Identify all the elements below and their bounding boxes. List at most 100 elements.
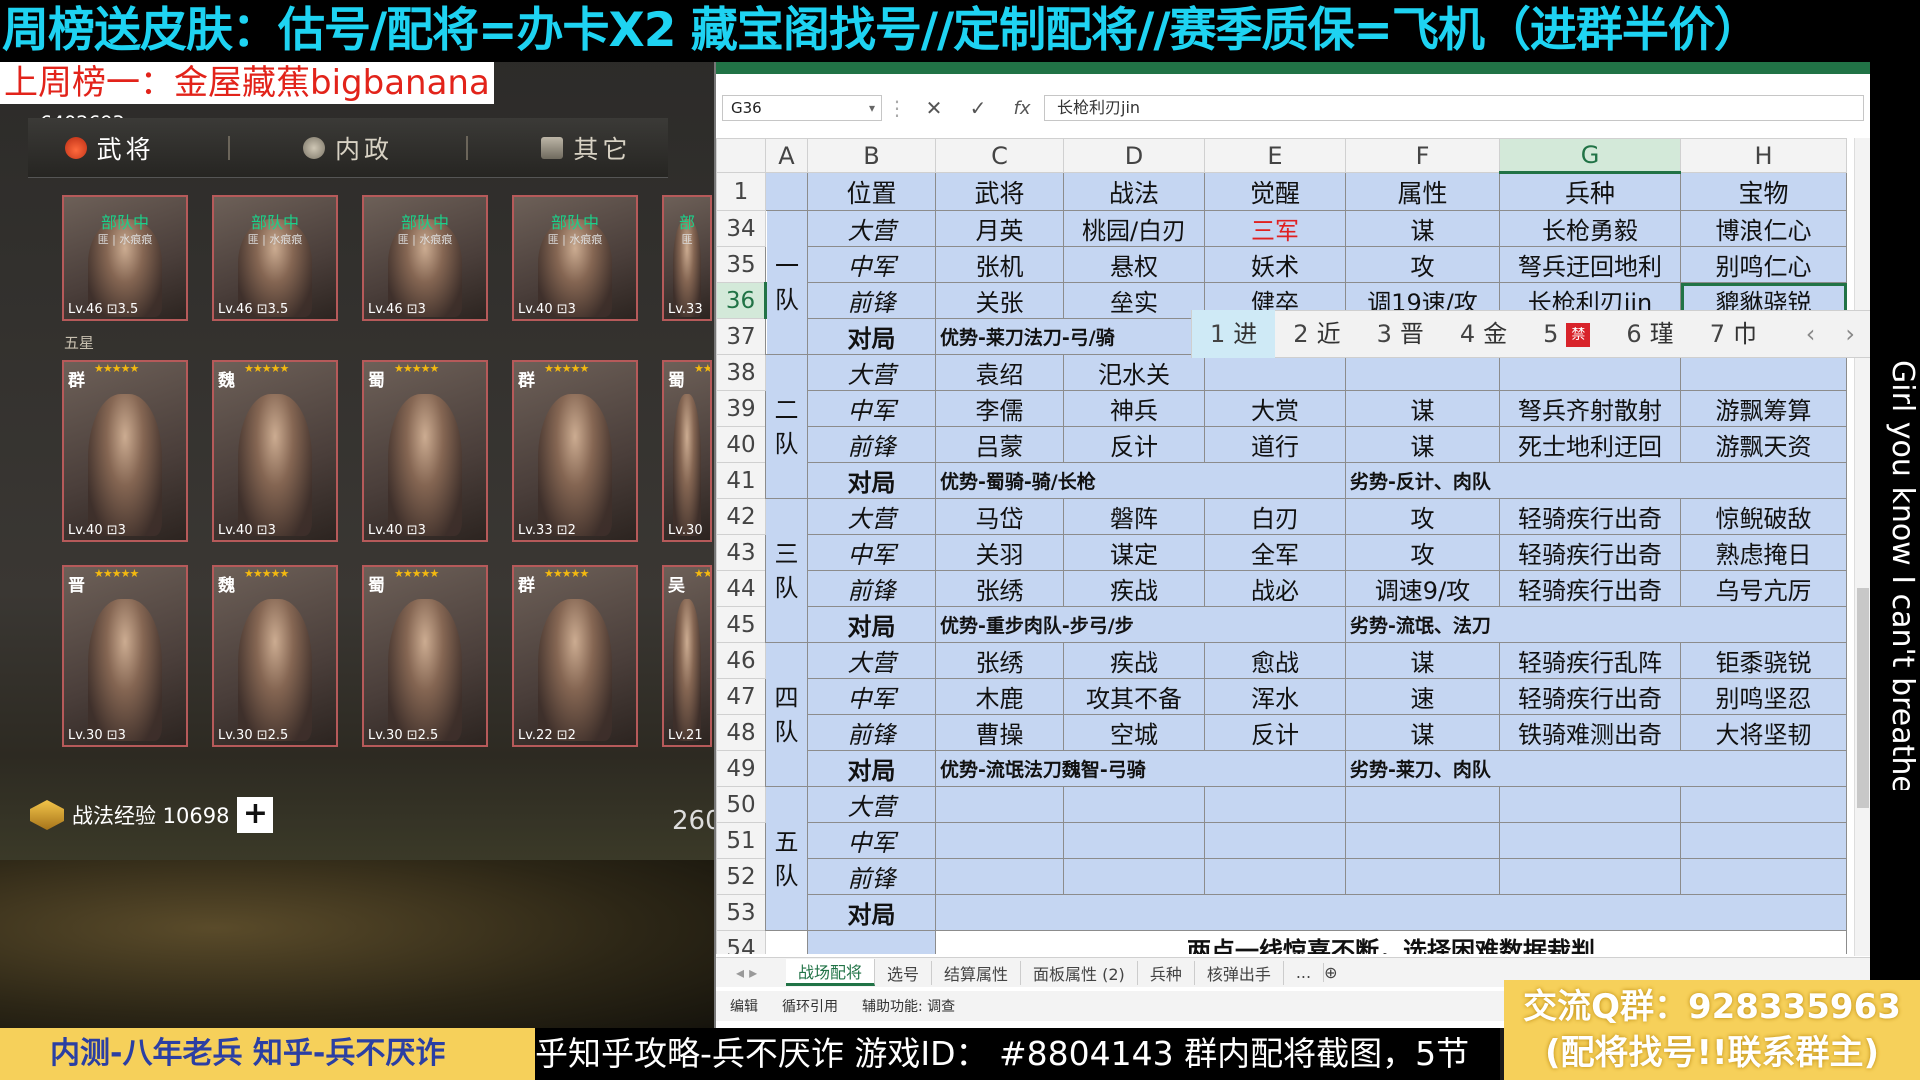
data-cell[interactable]: 战必 [1204,570,1346,607]
header-cell[interactable]: 宝物 [1680,172,1847,211]
data-cell[interactable]: 疾战 [1063,570,1205,607]
data-cell[interactable]: 攻 [1345,498,1500,535]
ime-candidate[interactable]: 3晋 [1359,310,1442,358]
data-cell[interactable]: 铁骑难测出奇 [1499,714,1681,751]
data-cell[interactable]: 别鸣仁心 [1680,246,1847,283]
cell[interactable] [765,172,808,211]
data-cell[interactable]: 愈战 [1204,642,1346,679]
data-cell[interactable]: 大赏 [1204,390,1346,427]
function-icon[interactable]: fx [1000,98,1044,119]
row-header[interactable]: 1 [716,172,766,211]
row-header[interactable]: 38 [716,354,766,391]
sheet-tab[interactable]: 选号 [875,960,933,985]
hero-card[interactable]: 部匪 Lv.33 [662,195,712,321]
disadvantage-note[interactable]: 劣势-反计、肉队 [1345,462,1847,499]
data-cell[interactable] [1680,354,1847,391]
tab-other[interactable]: 其它 [541,130,631,166]
position-cell[interactable]: 前锋 [807,282,936,319]
data-cell[interactable]: 谋 [1345,714,1500,751]
data-cell[interactable]: 谋 [1345,390,1500,427]
data-cell[interactable]: 白刃 [1204,498,1346,535]
data-cell[interactable] [1499,354,1681,391]
hero-card[interactable]: 晋 ★★★★★ Lv.30 ⊡3 [62,565,188,747]
disadvantage-note[interactable]: 劣势-莱刀、肉队 [1345,750,1847,787]
ime-candidate[interactable]: 6瑾 [1608,310,1691,358]
ime-candidate[interactable]: 7巾 [1692,310,1775,358]
data-cell[interactable]: 大将坚韧 [1680,714,1847,751]
tab-internal-affairs[interactable]: 内政 [302,130,393,166]
chevron-right-icon[interactable]: › [1845,320,1855,348]
advantage-note[interactable]: 优势-流氓法刀魏智-弓骑 [935,750,1346,787]
column-header-d[interactable]: D [1063,138,1205,173]
data-cell[interactable] [1345,354,1500,391]
data-cell[interactable]: 道行 [1204,426,1346,463]
data-cell[interactable]: 钜黍骁锐 [1680,642,1847,679]
team-label[interactable]: 二队 [765,354,808,499]
matchup-label[interactable]: 对局 [807,462,936,499]
row-header[interactable]: 49 [716,750,766,787]
ime-candidate[interactable]: 2近 [1275,310,1358,358]
data-cell[interactable]: 弩兵齐射散射 [1499,390,1681,427]
data-cell[interactable]: 空城 [1063,714,1205,751]
add-sheet-icon[interactable]: ⊕ [1324,963,1337,982]
data-cell[interactable]: 博浪仁心 [1680,210,1847,247]
hero-card[interactable]: 部队中匪 | 水痕痕 Lv.46 ⊡3.5 [62,195,188,321]
data-cell[interactable] [1063,822,1205,859]
cancel-icon[interactable]: ✕ [912,96,956,120]
data-cell[interactable] [1680,822,1847,859]
data-cell[interactable]: 弩兵迂回地利 [1499,246,1681,283]
header-cell[interactable]: 属性 [1345,172,1500,211]
advantage-note[interactable]: 优势-蜀骑-骑/长枪 [935,462,1346,499]
row-header[interactable]: 41 [716,462,766,499]
data-cell[interactable] [1345,822,1500,859]
data-cell[interactable]: 浑水 [1204,678,1346,715]
row-header[interactable]: 53 [716,894,766,931]
data-cell[interactable]: 惊鲵破敌 [1680,498,1847,535]
column-header-a[interactable]: A [765,138,808,173]
data-cell[interactable]: 张绣 [935,570,1064,607]
select-all-corner[interactable] [716,138,766,173]
data-cell[interactable]: 磐阵 [1063,498,1205,535]
name-box[interactable]: G36 [722,95,882,121]
confirm-icon[interactable]: ✓ [956,96,1000,120]
row-header[interactable]: 47 [716,678,766,715]
team-label[interactable]: 四队 [765,642,808,787]
position-cell[interactable]: 大营 [807,786,936,823]
data-cell[interactable] [935,858,1064,895]
sheet-tab[interactable]: 战场配将 [786,959,876,986]
data-cell[interactable]: 张绣 [935,642,1064,679]
row-header[interactable]: 36 [716,282,767,319]
data-cell[interactable]: 谋 [1345,426,1500,463]
tab-generals[interactable]: 武将 [64,130,155,166]
header-cell[interactable]: 武将 [935,172,1064,211]
hero-card[interactable]: 部队中匪 | 水痕痕 Lv.40 ⊡3 [512,195,638,321]
data-cell[interactable]: 游飘筹算 [1680,390,1847,427]
row-header[interactable]: 51 [716,822,766,859]
advantage-note[interactable]: 优势-重步肉队-步弓/步 [935,606,1346,643]
hero-card[interactable]: 群 ★★★★★ Lv.40 ⊡3 [62,360,188,542]
sheet-tab[interactable]: 面板属性 (2) [1021,960,1138,985]
row-header[interactable]: 48 [716,714,766,751]
data-cell[interactable]: 月英 [935,210,1064,247]
data-cell[interactable]: 神兵 [1063,390,1205,427]
add-exp-button[interactable]: + [237,797,274,833]
cell[interactable] [807,930,936,954]
data-cell[interactable]: 疾战 [1063,642,1205,679]
sheet-tab[interactable]: ... [1284,963,1325,982]
column-header-g[interactable]: G [1499,138,1681,174]
cell[interactable] [765,930,808,954]
data-cell[interactable]: 关张 [935,282,1064,319]
team-label[interactable]: 一队 [765,210,808,355]
row-header[interactable]: 43 [716,534,766,571]
data-cell[interactable]: 谋 [1345,642,1500,679]
row-header[interactable]: 50 [716,786,766,823]
matchup-label[interactable]: 对局 [807,750,936,787]
data-cell[interactable]: 张机 [935,246,1064,283]
matchup-label[interactable]: 对局 [807,318,936,355]
hero-card[interactable]: 蜀 ★★★★★ Lv.40 ⊡3 [362,360,488,542]
row-header[interactable]: 37 [716,318,766,355]
data-cell[interactable]: 汜水关 [1063,354,1205,391]
data-cell[interactable] [1345,786,1500,823]
position-cell[interactable]: 前锋 [807,426,936,463]
advantage-note[interactable] [935,894,1847,931]
